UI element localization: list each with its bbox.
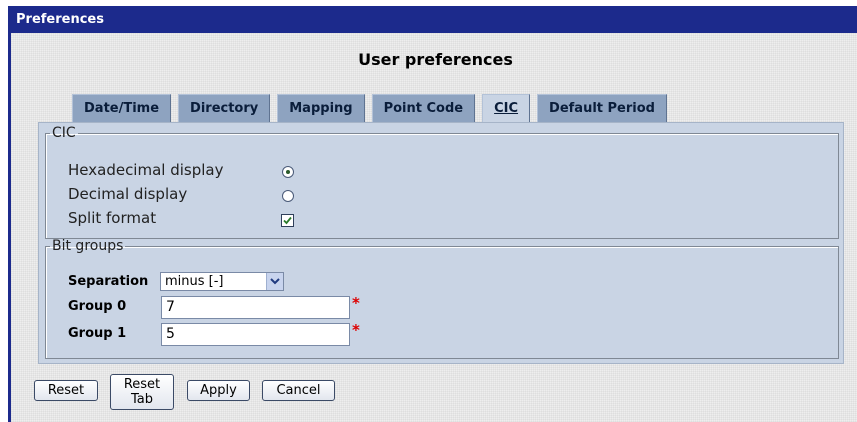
cancel-button[interactable]: Cancel	[262, 380, 335, 401]
group-0-input[interactable]: 7	[161, 296, 350, 319]
tab-directory[interactable]: Directory	[178, 94, 271, 122]
hexadecimal-display-label: Hexadecimal display	[68, 161, 224, 179]
hexadecimal-display-radio[interactable]	[282, 166, 294, 178]
separation-label: Separation	[68, 274, 149, 289]
tab-bar: Date/Time Directory Mapping Point Code C…	[72, 94, 674, 122]
bit-groups-fieldset: Bit groups Separation minus [-] Group 0 …	[45, 238, 839, 359]
chevron-down-icon[interactable]	[266, 273, 283, 290]
tab-cic[interactable]: CIC	[482, 94, 531, 122]
tab-default-period[interactable]: Default Period	[537, 94, 667, 122]
split-format-label: Split format	[68, 209, 157, 227]
tab-mapping[interactable]: Mapping	[277, 94, 365, 122]
apply-button[interactable]: Apply	[187, 380, 250, 401]
cic-fieldset: CIC Hexadecimal display Decimal display …	[45, 125, 839, 239]
group-1-input[interactable]: 5	[161, 323, 350, 346]
tab-date-time[interactable]: Date/Time	[72, 94, 172, 122]
cic-legend: CIC	[52, 125, 76, 141]
preferences-window: Preferences User preferences Date/Time D…	[8, 6, 857, 422]
radio-selected-dot	[286, 170, 290, 174]
group-1-required-marker: *	[352, 321, 360, 339]
tab-panel-cic: CIC Hexadecimal display Decimal display …	[38, 122, 844, 364]
window-title: Preferences	[8, 6, 857, 33]
bit-groups-legend: Bit groups	[52, 238, 124, 254]
reset-tab-button[interactable]: Reset Tab	[110, 374, 174, 410]
split-format-checkbox[interactable]	[281, 214, 294, 227]
group-0-required-marker: *	[352, 294, 360, 312]
reset-button[interactable]: Reset	[34, 380, 98, 401]
decimal-display-label: Decimal display	[68, 185, 188, 203]
tab-point-code[interactable]: Point Code	[371, 94, 476, 122]
page-title: User preferences	[358, 50, 513, 69]
decimal-display-radio[interactable]	[282, 190, 294, 202]
group-0-label: Group 0	[68, 299, 127, 314]
group-1-label: Group 1	[68, 326, 127, 341]
checkmark-icon	[283, 216, 292, 225]
separation-selected-value: minus [-]	[165, 274, 224, 289]
separation-select[interactable]: minus [-]	[160, 272, 284, 291]
